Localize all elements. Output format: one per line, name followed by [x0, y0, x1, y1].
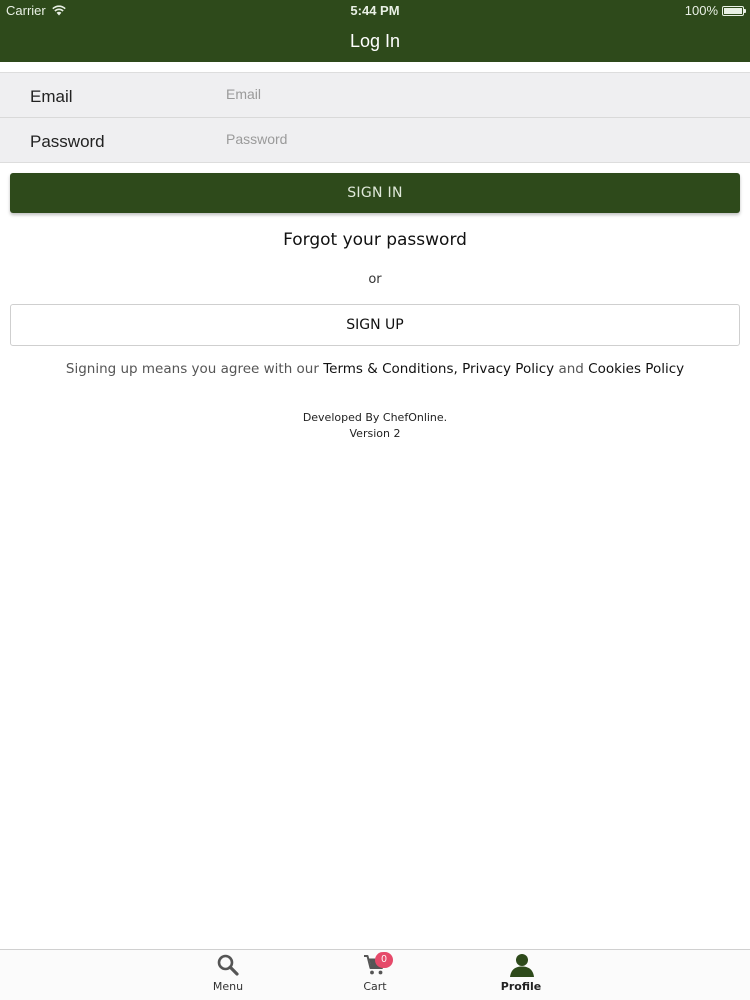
forgot-password-link[interactable]: Forgot your password	[0, 230, 750, 250]
password-label: Password	[30, 132, 105, 151]
cart-badge: 0	[375, 952, 393, 968]
email-field[interactable]	[224, 81, 728, 107]
password-field[interactable]	[224, 126, 728, 152]
battery-icon	[722, 5, 746, 16]
app-header: Carrier 5:44 PM 100% Log In	[0, 0, 750, 62]
terms-link[interactable]: Terms & Conditions,	[323, 361, 458, 377]
page-title: Log In	[349, 31, 401, 51]
tab-cart[interactable]: 0 Cart	[325, 950, 425, 1000]
agreement-text: Signing up means you agree with our Term…	[0, 361, 750, 377]
status-bar: Carrier 5:44 PM 100%	[0, 0, 750, 22]
email-row: Email	[0, 73, 750, 117]
version-text: Version 2	[349, 427, 401, 440]
email-label: Email	[30, 87, 73, 106]
tab-menu[interactable]: Menu	[178, 950, 278, 1000]
developer-info: Developed By ChefOnline. Version 2	[0, 410, 750, 442]
status-right: 100%	[684, 3, 746, 18]
profile-icon	[509, 953, 534, 977]
status-time: 5:44 PM	[350, 3, 400, 18]
agreement-prefix: Signing up means you agree with our	[65, 361, 324, 377]
or-separator: or	[368, 272, 382, 287]
tab-profile-label: Profile	[500, 980, 542, 993]
cookies-link[interactable]: Cookies Policy	[588, 361, 684, 377]
sign-up-button[interactable]: SIGN UP	[10, 304, 740, 346]
tab-menu-label: Menu	[212, 980, 244, 993]
developed-by-text: Developed By ChefOnline.	[302, 411, 448, 424]
battery-percent: 100%	[684, 3, 718, 18]
tab-profile[interactable]: Profile	[471, 950, 571, 1000]
search-icon	[216, 953, 240, 977]
tab-cart-label: Cart	[363, 980, 387, 993]
login-form: Email Password	[0, 72, 750, 163]
sign-in-button[interactable]: SIGN IN	[10, 173, 740, 213]
privacy-link[interactable]: Privacy Policy	[462, 361, 554, 377]
tab-bar: Menu 0 Cart Profile	[0, 949, 750, 1000]
agreement-and: and	[558, 361, 584, 377]
password-row: Password	[0, 117, 750, 162]
